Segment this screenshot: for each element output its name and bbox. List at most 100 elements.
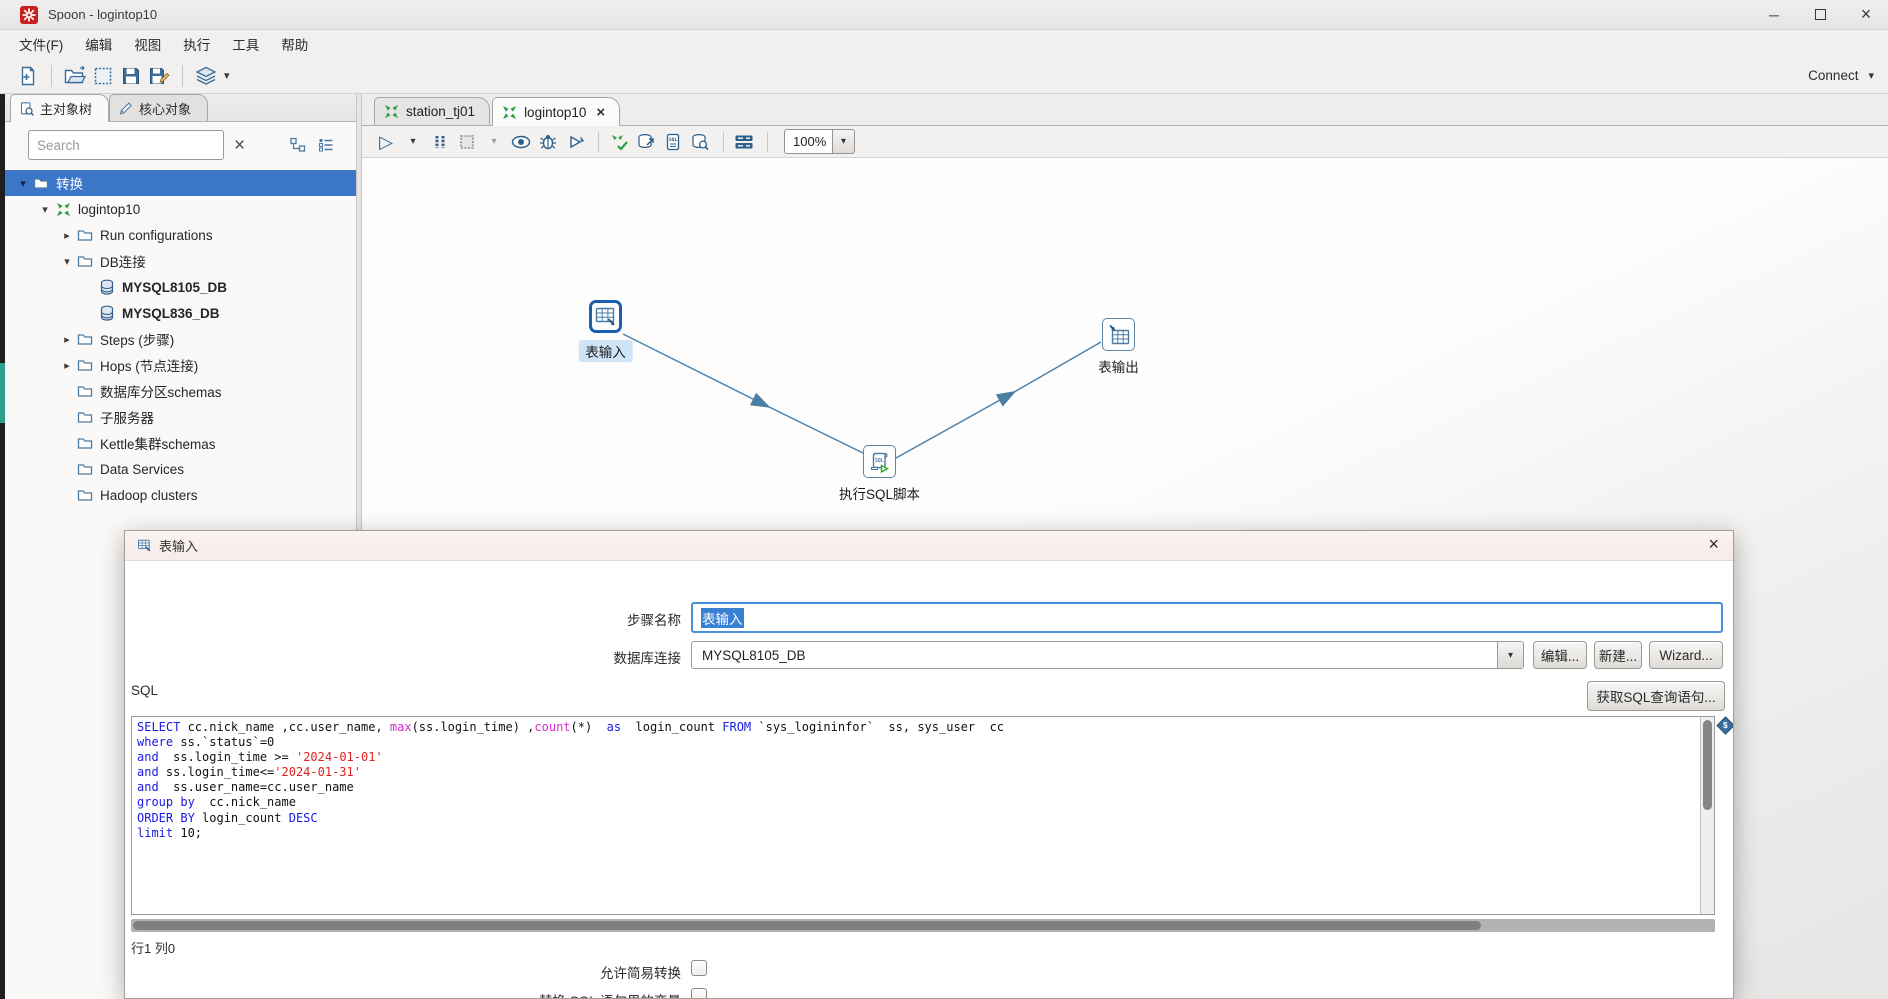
menu-item-4[interactable]: 工具 <box>221 31 270 57</box>
edit-connection-button[interactable]: 编辑... <box>1533 641 1587 669</box>
connection-combo[interactable]: MYSQL8105_DB ▾ <box>691 641 1524 669</box>
collapse-arrow-icon[interactable]: ▾ <box>14 177 32 190</box>
tree-item-hadoop-clusters[interactable]: Hadoop clusters <box>0 482 356 508</box>
get-sql-statement-button[interactable]: 获取SQL查询语句... <box>1587 681 1725 711</box>
sidebar-accent-bar <box>0 363 5 423</box>
tree-item-partition-schemas[interactable]: 数据库分区schemas <box>0 378 356 404</box>
open-file-button[interactable] <box>61 62 89 90</box>
clear-search-icon[interactable]: × <box>234 136 245 155</box>
impact-analysis-button[interactable] <box>634 129 658 155</box>
tree-item-slave-servers[interactable]: 子服务器 <box>0 404 356 430</box>
perspective-layers-button[interactable] <box>192 62 220 90</box>
run-options-caret[interactable]: ▾ <box>401 129 425 155</box>
tree-item-hops[interactable]: ▸ Hops (节点连接) <box>0 352 356 378</box>
new-connection-button[interactable]: 新建... <box>1594 641 1642 669</box>
replace-variables-checkbox[interactable] <box>691 988 707 998</box>
step-name-input[interactable]: 表输入 <box>691 602 1723 633</box>
run-button[interactable]: ▷ <box>374 129 398 155</box>
explore-database-button[interactable] <box>688 129 712 155</box>
tree-item-transforms-root[interactable]: ▾ 转换 <box>0 170 356 196</box>
tree-item-label: Hops (节点连接) <box>100 359 199 374</box>
debug-button[interactable] <box>536 129 560 155</box>
scrollbar-thumb[interactable] <box>133 921 1481 930</box>
menu-item-5[interactable]: 帮助 <box>270 31 319 57</box>
hop-connector-1[interactable] <box>895 341 1102 459</box>
tree-item-run-configurations[interactable]: ▸ Run configurations <box>0 222 356 248</box>
sql-line: where ss.`status`=0 <box>137 735 275 750</box>
tab-close-icon[interactable]: × <box>596 104 605 121</box>
folder-icon <box>76 408 94 426</box>
step-node-table-input[interactable]: 表输入 <box>578 300 633 362</box>
explore-repository-button[interactable] <box>89 62 117 90</box>
zoom-level-value[interactable]: 100% <box>784 129 832 154</box>
tree-item-db-connections[interactable]: ▾ DB连接 <box>0 248 356 274</box>
tree-item-label: 子服务器 <box>100 411 154 426</box>
tab-core-objects[interactable]: 核心对象 <box>109 94 209 121</box>
show-connections-icon[interactable] <box>290 137 306 153</box>
show-results-button[interactable] <box>732 129 756 155</box>
connection-caret-icon[interactable]: ▾ <box>1497 642 1523 668</box>
expand-arrow-icon[interactable]: ▸ <box>58 333 76 346</box>
search-input[interactable] <box>28 130 224 160</box>
tree-item-steps[interactable]: ▸ Steps (步骤) <box>0 326 356 352</box>
save-button[interactable] <box>117 62 145 90</box>
sql-editor[interactable]: SELECT cc.nick_name ,cc.user_name, max(s… <box>131 716 1715 915</box>
close-button[interactable]: × <box>1858 4 1874 24</box>
wizard-button[interactable]: Wizard... <box>1649 641 1723 669</box>
window-title: Spoon - logintop10 <box>48 7 158 22</box>
tree-item-cluster-schemas[interactable]: Kettle集群schemas <box>0 430 356 456</box>
sql-section-label: SQL <box>131 683 159 698</box>
document-tab-station-tj01[interactable]: station_tj01 <box>374 97 491 125</box>
dialog-header[interactable]: 表输入 × <box>125 531 1733 561</box>
zoom-level-combo[interactable]: 100% ▾ <box>784 129 855 154</box>
step-node-table-output[interactable]: 表输出 <box>1098 318 1139 375</box>
sql-vertical-scrollbar[interactable] <box>1700 717 1714 914</box>
folder-icon <box>76 460 94 478</box>
tab-view-tree[interactable]: 主对象树 <box>10 94 110 122</box>
menu-item-3[interactable]: 执行 <box>172 31 221 57</box>
expand-arrow-icon[interactable]: ▸ <box>58 229 76 242</box>
menu-item-0[interactable]: 文件(F) <box>8 31 74 57</box>
tree-item-label: Run configurations <box>100 227 213 243</box>
dialog-close-icon[interactable]: × <box>1708 534 1719 555</box>
collapse-arrow-icon[interactable]: ▾ <box>36 203 54 216</box>
tree-item-mysql836-db[interactable]: MYSQL836_DB <box>0 300 356 326</box>
perspective-caret-icon[interactable]: ▾ <box>224 69 230 82</box>
maximize-button[interactable] <box>1812 7 1828 23</box>
lazy-conversion-checkbox[interactable] <box>691 960 707 976</box>
get-sql-toolbar-button[interactable]: SQL <box>661 129 685 155</box>
expand-arrow-icon[interactable]: ▸ <box>58 359 76 372</box>
document-tab-logintop10[interactable]: logintop10 × <box>492 97 621 126</box>
list-view-icon[interactable] <box>318 137 334 153</box>
replay-button[interactable] <box>563 129 587 155</box>
tree-item-logintop10[interactable]: ▾ logintop10 <box>0 196 356 222</box>
collapse-arrow-icon[interactable]: ▾ <box>58 255 76 268</box>
connect-button[interactable]: Connect ▾ <box>1800 64 1882 87</box>
spoon-logo-icon <box>20 5 38 24</box>
save-as-button[interactable] <box>145 62 173 90</box>
minimize-button[interactable]: ─ <box>1766 7 1782 23</box>
folder-icon <box>76 252 94 270</box>
scrollbar-thumb[interactable] <box>1703 720 1712 810</box>
stop-options-caret[interactable]: ▾ <box>482 129 506 155</box>
table-input-icon <box>137 538 152 553</box>
svg-text:SQL: SQL <box>669 137 678 143</box>
sql-horizontal-scrollbar[interactable] <box>131 919 1715 932</box>
connect-label: Connect <box>1808 68 1859 83</box>
sql-icon: SQL <box>868 450 892 474</box>
toolbar-separator <box>51 64 52 87</box>
preview-button[interactable] <box>509 129 533 155</box>
verify-transformation-button[interactable] <box>607 129 631 155</box>
tree-item-mysql8105-db[interactable]: MYSQL8105_DB <box>0 274 356 300</box>
pause-button[interactable] <box>428 129 452 155</box>
step-node-sql-script[interactable]: SQL 执行SQL脚本 <box>839 445 920 502</box>
hop-connector-0[interactable] <box>622 333 866 455</box>
search-row: × <box>0 122 356 168</box>
tree-item-label: logintop10 <box>78 201 141 217</box>
new-file-button[interactable] <box>14 62 42 90</box>
menu-item-1[interactable]: 编辑 <box>74 31 123 57</box>
tree-item-data-services[interactable]: Data Services <box>0 456 356 482</box>
stop-button[interactable] <box>455 129 479 155</box>
zoom-caret-icon[interactable]: ▾ <box>832 129 855 154</box>
menu-item-2[interactable]: 视图 <box>123 31 172 57</box>
